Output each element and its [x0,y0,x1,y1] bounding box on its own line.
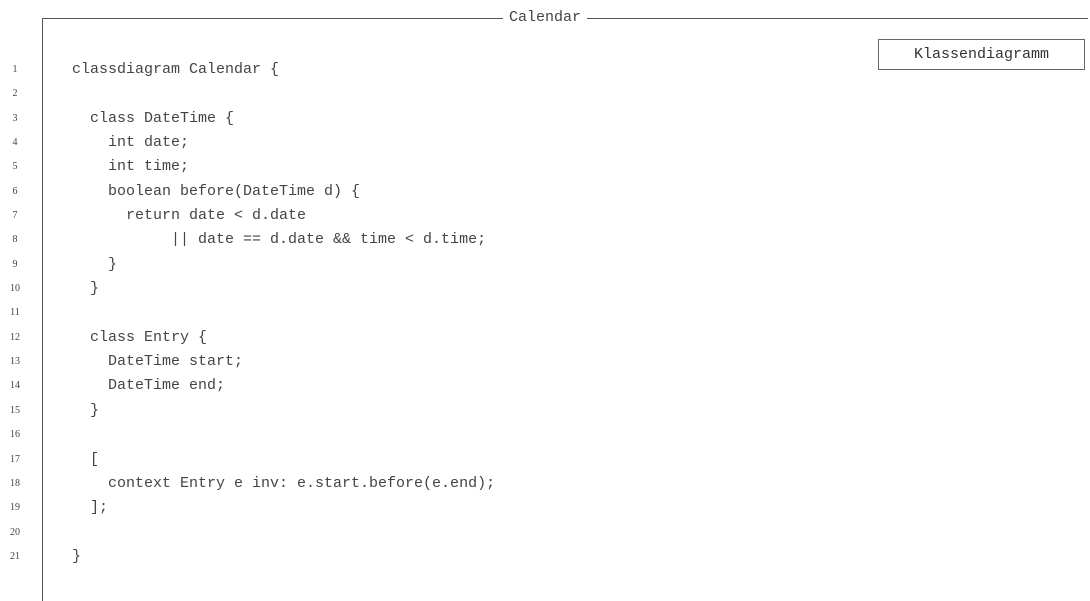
line-number: 21 [10,550,20,562]
line-number: 15 [10,404,20,416]
line-number: 5 [12,161,18,173]
code-line: int time; [72,158,190,176]
line-number: 16 [10,429,20,441]
line-number: 17 [10,453,20,465]
line-number: 6 [12,185,18,197]
line-number: 19 [10,502,20,514]
line-number: 4 [12,137,18,149]
line-number: 18 [10,477,20,489]
code-line: class Entry { [72,328,208,346]
line-number: 10 [10,283,20,295]
code-line: } [72,547,82,565]
frame-top-border [42,18,1088,19]
line-number: 11 [10,307,20,319]
code-line: || date == d.date && time < d.time; [72,231,487,249]
code-line: } [72,255,118,273]
line-number: 13 [10,356,20,368]
line-number: 2 [12,88,18,100]
frame-left-border [42,18,43,601]
code-line: } [72,401,100,419]
line-number: 12 [10,331,20,343]
code-line: boolean before(DateTime d) { [72,182,361,200]
code-line: return date < d.date [72,207,307,225]
line-number: 8 [12,234,18,246]
line-number: 9 [12,258,18,270]
line-number-gutter: 1 2 3 4 5 6 7 8 9 10 11 12 13 14 15 16 17 18 19 20 21 [0,58,30,569]
code-line: ]; [72,499,109,517]
line-number: 20 [10,526,20,538]
line-number: 7 [12,210,18,222]
code-listing: classdiagram Calendar { class DateTime {… [72,58,495,569]
line-number: 3 [12,112,18,124]
code-line: class DateTime { [72,109,235,127]
line-number: 14 [10,380,20,392]
code-line: [ [72,450,100,468]
code-line: int date; [72,134,190,152]
code-line: context Entry e inv: e.start.before(e.en… [72,474,496,492]
code-line: DateTime start; [72,353,244,371]
line-number: 1 [12,64,18,75]
code-line: classdiagram Calendar { [72,61,280,78]
stereotype-box: Klassendiagramm [878,39,1085,70]
code-line: } [72,280,100,298]
code-line: DateTime end; [72,377,226,395]
